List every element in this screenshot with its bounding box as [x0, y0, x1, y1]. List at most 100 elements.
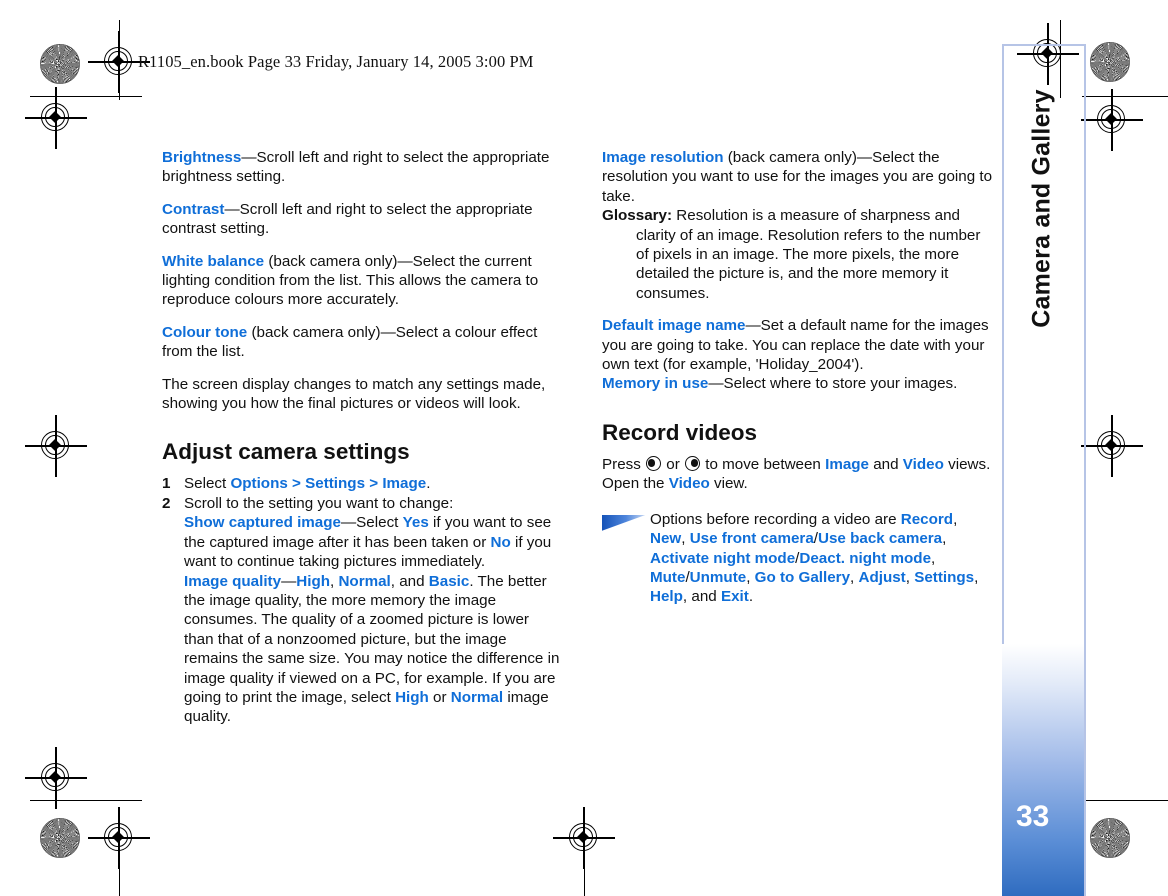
value-basic: Basic	[428, 572, 470, 590]
step-number: 1	[162, 475, 171, 493]
image-quality-or: or	[428, 688, 451, 706]
option-new: New	[650, 530, 682, 548]
term-memory-in-use: Memory in use	[602, 375, 709, 393]
crop-rule	[1082, 96, 1168, 98]
step-text-pre: Select	[184, 475, 231, 493]
step-text-pre: Scroll to the setting you want to change…	[184, 494, 454, 512]
list-item: 1 Select Options > Settings > Image.	[162, 474, 562, 493]
option-mute: Mute	[650, 568, 686, 586]
view-image: Image	[825, 455, 870, 473]
paragraph-white-balance: White balance (back camera only)—Select …	[162, 252, 562, 310]
option-adjust: Adjust	[858, 568, 906, 586]
paragraph-memory-in-use: Memory in use—Select where to store your…	[602, 374, 994, 393]
press-post: to move between	[701, 455, 826, 473]
joystick-scroll-right-icon	[685, 456, 700, 472]
chapter-sidebar: Camera and Gallery 33	[1002, 44, 1084, 896]
term-brightness: Brightness	[162, 149, 242, 166]
press-pre: Press	[602, 455, 646, 473]
option-use-back-camera: Use back camera	[818, 530, 943, 548]
value-normal-2: Normal	[450, 688, 504, 706]
press-views: views.	[943, 455, 991, 473]
option-use-front-camera: Use front camera	[689, 530, 814, 548]
glossary-label: Glossary:	[602, 207, 673, 225]
setting-show-captured-image: Show captured image—Select Yes if you wa…	[184, 513, 562, 571]
term-image-resolution: Image resolution	[602, 149, 724, 166]
right-text-column: Image resolution (back camera only)—Sele…	[602, 148, 994, 607]
crop-rule	[30, 96, 142, 98]
term-white-balance: White balance	[162, 252, 265, 270]
image-quality-sep2: , and	[390, 572, 429, 590]
option-go-to-gallery: Go to Gallery	[754, 568, 851, 586]
crop-rule	[119, 812, 121, 896]
setting-image-quality: Image quality—High, Normal, and Basic. T…	[184, 572, 562, 727]
crop-rule	[30, 446, 74, 448]
press-and: and	[869, 455, 903, 473]
registration-star-target	[1090, 42, 1130, 82]
paragraph-colour-tone: Colour tone (back camera only)—Select a …	[162, 323, 562, 362]
joystick-scroll-left-icon	[646, 456, 662, 472]
show-captured-seg1: —Select	[340, 514, 403, 532]
page-number: 33	[1016, 800, 1050, 833]
step-text-post: .	[426, 475, 431, 493]
view-video-2: Video	[668, 475, 710, 493]
crop-rule	[1082, 800, 1168, 802]
tip-period: .	[748, 588, 754, 606]
paragraph-screen-display: The screen display changes to match any …	[162, 375, 546, 413]
option-unmute: Unmute	[689, 568, 747, 586]
paragraph-image-resolution: Image resolution (back camera only)—Sele…	[602, 148, 994, 206]
tip-note: Options before recording a video are Rec…	[602, 510, 994, 607]
list-item: 2 Scroll to the setting you want to chan…	[162, 494, 562, 727]
paragraph-press-joystick: Press or to move between Image and Video…	[602, 455, 994, 494]
step-menu-path: Options > Settings > Image	[230, 475, 427, 493]
glossary-note: Glossary: Resolution is a measure of sha…	[602, 206, 994, 303]
chapter-title: Camera and Gallery	[1027, 89, 1056, 328]
registration-star-target	[1090, 818, 1130, 858]
page-frame-right	[1084, 44, 1086, 896]
tip-and: and	[691, 588, 717, 606]
heading-record-videos: Record videos	[602, 419, 758, 445]
sidebar-gradient	[1002, 644, 1084, 896]
value-no: No	[490, 533, 511, 551]
term-image-quality: Image quality	[184, 572, 282, 590]
term-show-captured-image: Show captured image	[184, 514, 341, 532]
registration-crosshair-target	[25, 747, 87, 809]
paragraph-brightness: Brightness—Scroll left and right to sele…	[162, 148, 562, 187]
term-contrast: Contrast	[162, 200, 225, 218]
term-colour-tone: Colour tone	[162, 323, 248, 341]
value-normal: Normal	[338, 572, 391, 590]
glossary-text: Resolution is a measure of sharpness and…	[636, 207, 981, 302]
heading-adjust-camera-settings: Adjust camera settings	[162, 439, 410, 465]
tip-triangle-icon	[602, 514, 646, 531]
crop-rule	[30, 800, 142, 802]
crop-rule	[119, 20, 121, 100]
option-deact-night-mode: Deact. night mode	[799, 549, 932, 567]
option-help: Help	[650, 588, 683, 606]
registration-star-target	[40, 44, 80, 84]
term-memory-in-use-body: —Select where to store your images.	[708, 375, 958, 393]
option-settings: Settings	[914, 568, 975, 586]
book-header-line: R1105_en.book Page 33 Friday, January 14…	[138, 52, 534, 71]
image-quality-body: . The better the image quality, the more…	[184, 572, 560, 706]
paragraph-contrast: Contrast—Scroll left and right to select…	[162, 200, 562, 239]
term-default-image-name: Default image name	[602, 317, 746, 335]
value-high-2: High	[395, 688, 429, 706]
option-activate-night-mode: Activate night mode	[650, 549, 796, 567]
open-post: view.	[709, 475, 748, 493]
value-high: High	[296, 572, 330, 590]
registration-star-target	[40, 818, 80, 858]
step-number: 2	[162, 494, 171, 512]
crop-rule	[584, 812, 586, 896]
document-page: R1105_en.book Page 33 Friday, January 14…	[0, 0, 1168, 896]
left-text-column: Brightness—Scroll left and right to sele…	[162, 148, 562, 727]
registration-crosshair-target	[1081, 415, 1143, 477]
option-exit: Exit	[720, 588, 749, 606]
registration-crosshair-target	[25, 87, 87, 149]
open-pre: Open the	[602, 475, 669, 493]
value-yes: Yes	[402, 514, 429, 532]
option-record: Record	[900, 510, 954, 528]
tip-lead: Options before recording a video are	[650, 510, 901, 528]
view-video: Video	[902, 455, 944, 473]
press-mid: or	[662, 455, 684, 473]
paragraph-default-image-name: Default image name—Set a default name fo…	[602, 316, 994, 374]
image-quality-dash: —	[281, 572, 297, 590]
